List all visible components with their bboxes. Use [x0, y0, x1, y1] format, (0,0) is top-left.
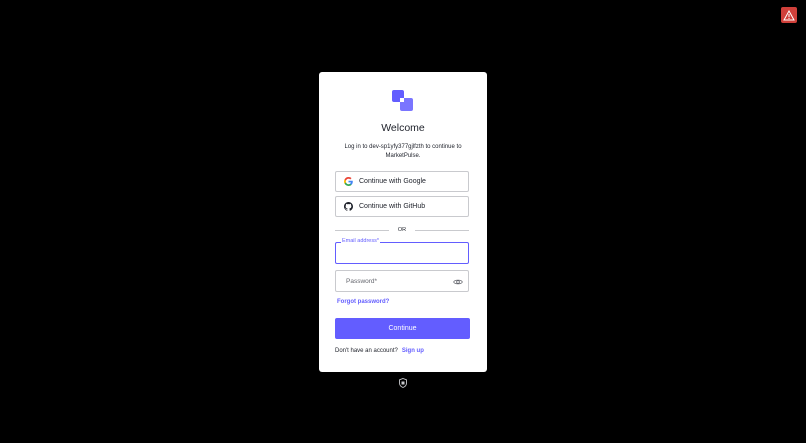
divider-line-right: [415, 230, 469, 231]
password-placeholder: Password*: [346, 278, 378, 285]
signup-link[interactable]: Sign up: [402, 348, 424, 354]
forgot-password-link[interactable]: Forgot password?: [337, 299, 389, 305]
shield-icon: [399, 378, 407, 388]
alert-badge[interactable]: [781, 7, 797, 23]
email-field[interactable]: Email address*: [335, 238, 469, 264]
google-login-label: Continue with Google: [359, 178, 426, 185]
github-icon: [343, 202, 353, 212]
github-login-button[interactable]: Continue with GitHub: [335, 196, 469, 217]
or-divider: OR: [335, 226, 469, 234]
signup-row: Don't have an account? Sign up: [335, 348, 424, 354]
app-logo-icon: [392, 90, 413, 111]
warning-icon: [783, 9, 795, 20]
signup-prompt: Don't have an account?: [335, 348, 398, 354]
login-subtitle: Log in to dev-sp1yfy377gjlfzth to contin…: [344, 144, 462, 159]
password-field[interactable]: Password*: [335, 270, 469, 292]
google-icon: [343, 177, 353, 187]
google-login-button[interactable]: Continue with Google: [335, 171, 469, 192]
email-label: Email address*: [341, 238, 380, 244]
continue-button[interactable]: Continue: [335, 318, 470, 339]
show-password-icon[interactable]: [453, 277, 463, 287]
github-login-label: Continue with GitHub: [359, 203, 426, 210]
page-title: Welcome: [381, 122, 425, 134]
login-card: Welcome Log in to dev-sp1yfy377gjlfzth t…: [319, 72, 487, 372]
